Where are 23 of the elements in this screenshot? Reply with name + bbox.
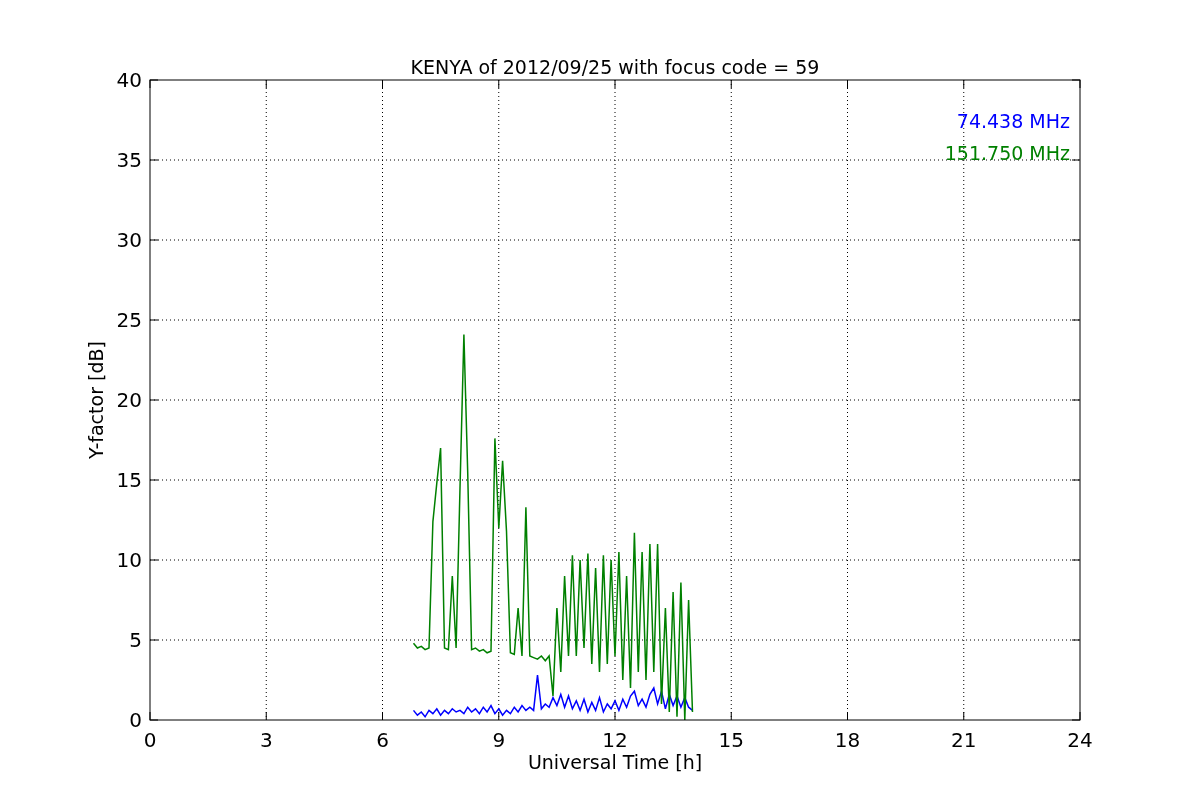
y-tick-label: 30 [116, 228, 142, 252]
x-tick-label: 24 [1067, 728, 1093, 752]
x-tick-label: 9 [492, 728, 506, 752]
y-tick-label: 5 [129, 628, 142, 652]
y-tick-label: 10 [116, 548, 142, 572]
x-tick-label: 18 [834, 728, 861, 752]
x-tick-label: 0 [143, 728, 157, 752]
y-tick-label: 0 [129, 708, 142, 732]
legend-label: 151.750 MHz [944, 142, 1070, 164]
y-axis-label: Y-factor [dB] [85, 341, 107, 459]
y-tick-label: 35 [116, 148, 142, 172]
x-tick-label: 15 [718, 728, 744, 752]
x-axis-label: Universal Time [h] [527, 751, 703, 773]
x-tick-label: 3 [259, 728, 273, 752]
x-tick-label: 12 [602, 728, 628, 752]
y-tick-label: 40 [116, 68, 142, 92]
y-tick-label: 25 [116, 308, 142, 332]
legend-label: 74.438 MHz [956, 110, 1070, 132]
chart-title: KENYA of 2012/09/25 with focus code = 59 [410, 56, 820, 78]
x-tick-label: 6 [376, 728, 389, 752]
x-tick-label: 21 [951, 728, 977, 752]
y-tick-label: 20 [116, 388, 142, 412]
y-tick-label: 15 [116, 468, 142, 492]
